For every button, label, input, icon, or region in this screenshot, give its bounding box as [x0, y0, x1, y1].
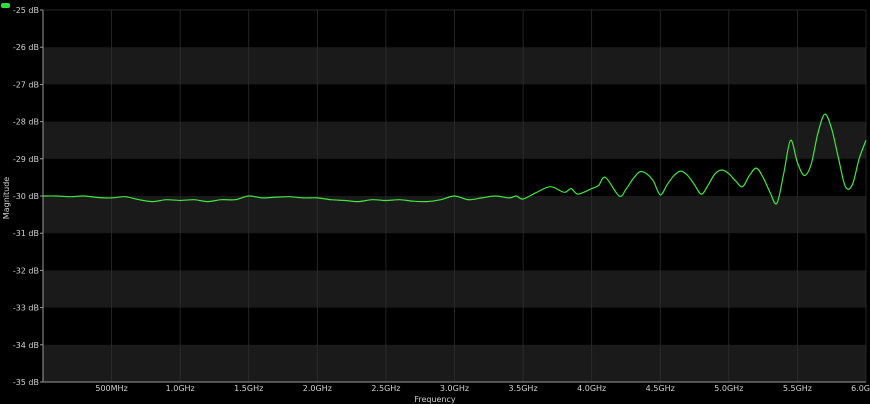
y-tick-label: -31 dB	[13, 229, 39, 238]
magnitude-frequency-plot: -25 dB -26 dB -27 dB -28 dB -29 dB -30 dB -31 …	[2, 6, 870, 404]
y-tick-label: -26 dB	[13, 43, 39, 52]
x-tick-label: 6.0G	[851, 384, 870, 393]
x-tick-label: 1.5GHz	[234, 384, 263, 393]
x-tick-label: 2.0GHz	[303, 384, 332, 393]
y-tick-label: -33 dB	[13, 304, 39, 313]
y-tick-label: -35 dB	[13, 378, 39, 387]
y-tick-labels: -25 dB -26 dB -27 dB -28 dB -29 dB -30 dB -31 …	[13, 6, 43, 387]
x-tick-label: 1.0GHz	[166, 384, 195, 393]
y-tick-label: -34 dB	[13, 341, 39, 350]
x-tick-label: 3.5GHz	[509, 384, 538, 393]
x-tick-labels: 500MHz 1.0GHz 1.5GHz 2.0GHz 2.5GHz 3.0GHz 3.5G…	[95, 384, 870, 393]
x-tick-label: 3.0GHz	[440, 384, 469, 393]
x-tick-label: 5.0GHz	[714, 384, 743, 393]
y-tick-label: -29 dB	[13, 155, 39, 164]
y-tick-label: -30 dB	[13, 192, 39, 201]
x-tick-label: 2.5GHz	[371, 384, 400, 393]
x-tick-label: 500MHz	[95, 384, 127, 393]
y-tick-label: -28 dB	[13, 118, 39, 127]
y-tick-label: -32 dB	[13, 266, 39, 275]
x-tick-label: 5.5GHz	[783, 384, 812, 393]
y-axis-title: Magnitude	[2, 177, 11, 219]
x-tick-label: 4.0GHz	[577, 384, 606, 393]
x-tick-label: 4.5GHz	[646, 384, 675, 393]
y-tick-label: -27 dB	[13, 80, 39, 89]
y-tick-label: -25 dB	[13, 6, 39, 15]
x-axis-title: Frequency	[414, 395, 456, 404]
